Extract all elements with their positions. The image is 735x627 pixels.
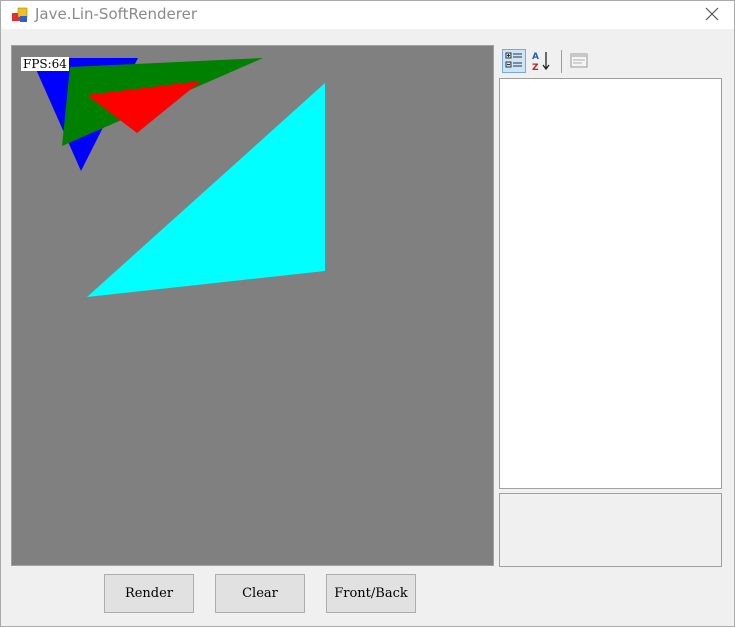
window-title: Jave.Lin-SoftRenderer [35, 5, 197, 23]
render-viewport[interactable]: FPS:64 [11, 45, 494, 566]
categorized-icon [503, 52, 525, 76]
render-button[interactable]: Render [104, 574, 194, 613]
alphabetical-sort-icon: A Z [529, 52, 553, 77]
app-icon [11, 6, 29, 24]
toolbar-separator [561, 50, 562, 73]
close-button[interactable] [691, 1, 733, 29]
fps-counter: FPS:64 [21, 57, 69, 71]
alphabetical-button[interactable]: A Z [529, 49, 553, 73]
property-grid[interactable] [499, 78, 722, 489]
property-pages-icon [568, 53, 590, 75]
main-window: Jave.Lin-SoftRenderer FPS:64 A Z Render … [0, 0, 735, 627]
render-canvas [31, 58, 325, 297]
svg-text:A: A [532, 52, 539, 62]
svg-text:Z: Z [532, 63, 539, 73]
close-icon [705, 6, 719, 25]
front-back-button[interactable]: Front/Back [326, 574, 416, 613]
title-bar: Jave.Lin-SoftRenderer [1, 1, 734, 29]
property-help-panel [499, 493, 722, 567]
property-grid-toolbar: A Z [499, 47, 723, 75]
property-pages-button[interactable] [568, 49, 592, 73]
categorized-button[interactable] [502, 49, 526, 73]
clear-button[interactable]: Clear [215, 574, 305, 613]
